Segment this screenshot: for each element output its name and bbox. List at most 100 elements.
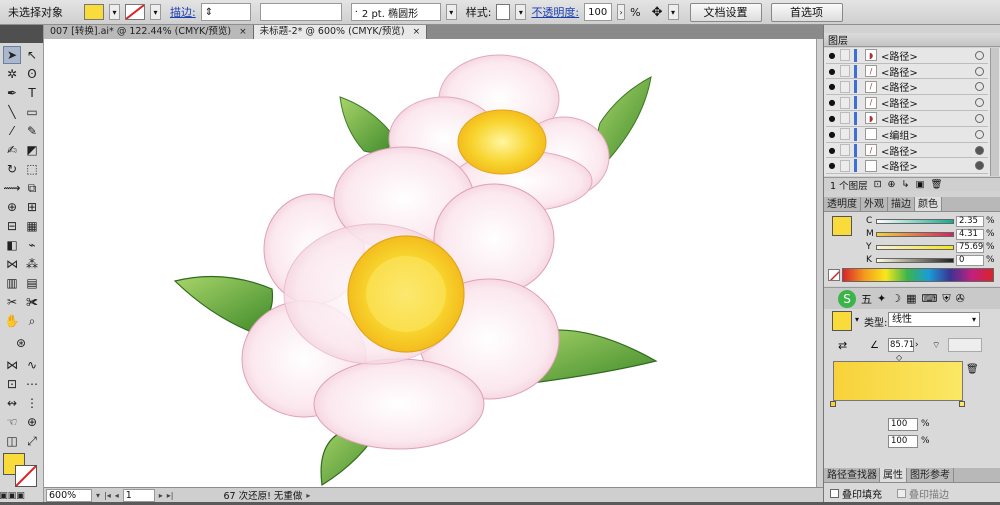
shape-builder-icon[interactable]: ⊕	[3, 198, 21, 216]
angle-input[interactable]: 85.71	[888, 338, 914, 352]
tab-document-1[interactable]: 007 [转换].ai* @ 122.44% (CMYK/预览) ×	[44, 25, 254, 39]
color-mode-icon[interactable]: ▣▣▣	[0, 487, 25, 505]
gradient-stop-left[interactable]	[830, 401, 836, 407]
visibility-eye-icon[interactable]: ●	[826, 67, 838, 76]
shirt-icon[interactable]: ⛨	[942, 292, 950, 306]
visibility-eye-icon[interactable]: ●	[826, 146, 838, 155]
pen-tool-icon[interactable]: ✒	[3, 84, 21, 102]
chart-tool-icon[interactable]: ↭	[3, 394, 21, 412]
symbol-sprayer-icon[interactable]: ⁂	[23, 255, 41, 273]
artboard-canvas[interactable]	[44, 39, 816, 487]
color-fill-swatch[interactable]	[832, 216, 852, 236]
visibility-eye-icon[interactable]: ●	[826, 82, 838, 91]
magnify-icon[interactable]: ⊕	[23, 413, 41, 431]
fill-dropdown[interactable]: ▾	[109, 4, 120, 20]
layer-row[interactable]: ● / <路径>	[826, 64, 988, 80]
preferences-button[interactable]: 首选项	[770, 2, 843, 22]
close-icon[interactable]: ×	[413, 25, 421, 39]
layers-panel-title[interactable]: 图层	[824, 33, 1000, 47]
opacity-label[interactable]: 不透明度:	[531, 4, 579, 20]
layer-name[interactable]: <编组>	[881, 127, 975, 142]
layer-row[interactable]: ● / <路径>	[826, 143, 988, 159]
delete-stop-icon[interactable]: 🗑	[966, 364, 979, 375]
measure-tool-icon[interactable]: ⤢	[23, 432, 41, 450]
target-circle-icon[interactable]	[975, 129, 984, 139]
line-tool-icon[interactable]: ╲	[3, 103, 21, 121]
channel-slider[interactable]	[876, 231, 954, 237]
layer-name[interactable]: <路径>	[881, 143, 975, 158]
visibility-eye-icon[interactable]: ●	[826, 130, 838, 139]
direct-selection-tool-icon[interactable]: ↖	[23, 46, 41, 64]
layer-name[interactable]: <路径>	[881, 158, 975, 173]
tab-document-2[interactable]: 未标题-2* @ 600% (CMYK/预览) ×	[253, 25, 428, 39]
prev-artboard-icon[interactable]: ◂	[115, 491, 119, 500]
visibility-eye-icon[interactable]: ●	[826, 51, 838, 60]
fill-swatch[interactable]	[84, 4, 104, 20]
tab-attributes[interactable]: 属性	[880, 468, 907, 482]
target-circle-icon[interactable]	[975, 113, 984, 123]
crop-tool-icon[interactable]: ◫	[3, 432, 21, 450]
visibility-eye-icon[interactable]: ●	[826, 98, 838, 107]
twirl-tool-icon[interactable]: ∿	[23, 356, 41, 374]
zoom-dropdown-icon[interactable]: ▾	[96, 491, 100, 500]
keyboard-icon[interactable]: ⌨	[922, 292, 938, 305]
eyedropper-icon[interactable]: ⌁	[23, 236, 41, 254]
overprint-stroke-checkbox[interactable]	[897, 488, 906, 498]
locate-object-icon[interactable]: ⊡	[874, 179, 882, 190]
recolor-icon[interactable]: ✥	[652, 5, 663, 20]
layer-row[interactable]: ● <编组>	[826, 127, 988, 143]
brush-tool-icon[interactable]: ⁄	[3, 122, 21, 140]
aspect-input[interactable]	[948, 338, 982, 352]
hand-tool-icon[interactable]: ✋	[3, 312, 21, 330]
lock-toggle[interactable]	[840, 159, 850, 172]
layer-row[interactable]: ● ◗ <路径>	[826, 48, 988, 64]
status-menu-icon[interactable]: ▸	[306, 491, 310, 500]
lock-toggle[interactable]	[840, 144, 850, 157]
stop-opacity-input[interactable]: 100	[888, 418, 918, 431]
tab-pathfinder[interactable]: 路径查找器	[824, 468, 880, 482]
layer-row[interactable]: ● ◗ <路径>	[826, 111, 988, 127]
gradient-swatch-dropdown[interactable]: ▾	[855, 315, 859, 324]
warp-tool-icon[interactable]: ⋈	[3, 356, 21, 374]
style-dropdown[interactable]: ▾	[515, 4, 527, 20]
scissors-icon[interactable]: ✀	[23, 293, 41, 311]
tab-stroke[interactable]: 描边	[888, 197, 915, 211]
close-icon[interactable]: ×	[239, 25, 247, 39]
lock-toggle[interactable]	[840, 96, 850, 109]
blend-tool-icon[interactable]: ⋈	[3, 255, 21, 273]
lock-toggle[interactable]	[840, 128, 850, 141]
color-spectrum[interactable]	[842, 268, 994, 282]
channel-value[interactable]: 75.69	[956, 241, 984, 253]
lock-toggle[interactable]	[840, 65, 850, 78]
layer-name[interactable]: <路径>	[881, 79, 975, 94]
layer-name[interactable]: <路径>	[881, 64, 975, 79]
gradient-stop-right[interactable]	[959, 401, 965, 407]
scale-tool-icon[interactable]: ⬚	[23, 160, 41, 178]
stroke-swatch[interactable]	[125, 4, 145, 20]
zoom-tool-icon[interactable]: ⌕	[23, 312, 41, 330]
artboard-number-field[interactable]: 1	[122, 488, 155, 502]
canvas-vertical-scrollbar[interactable]	[816, 39, 823, 487]
angle-dropdown-icon[interactable]: ›	[915, 340, 919, 350]
delete-layer-icon[interactable]: 🗑	[930, 179, 942, 190]
recolor-dropdown[interactable]: ▾	[667, 4, 679, 20]
variable-width-field[interactable]	[259, 3, 342, 21]
lock-toggle[interactable]	[840, 49, 850, 62]
layer-name[interactable]: <路径>	[881, 48, 975, 63]
symbolism-tool-icon[interactable]: ⊛	[12, 334, 30, 352]
visibility-eye-icon[interactable]: ●	[826, 161, 838, 170]
opacity-input[interactable]: 100	[584, 3, 613, 21]
target-circle-icon[interactable]	[975, 66, 984, 76]
magic-wand-icon[interactable]: ✲	[3, 65, 21, 83]
knife-tool-icon[interactable]: ⋯	[23, 375, 41, 393]
opacity-dropdown[interactable]: ›	[617, 4, 626, 20]
live-paint-icon[interactable]: ⊞	[23, 198, 41, 216]
layer-name[interactable]: <路径>	[881, 95, 975, 110]
width-tool-icon[interactable]: ⟿	[3, 179, 21, 197]
wrench-icon[interactable]: ✇	[956, 292, 965, 305]
channel-value[interactable]: 4.31	[956, 228, 984, 240]
font-icon[interactable]: 五	[861, 291, 872, 307]
gradient-swatch[interactable]	[832, 311, 852, 331]
brush-definition[interactable]: · 2 pt. 椭圆形	[350, 3, 441, 21]
target-circle-icon[interactable]	[975, 82, 984, 92]
